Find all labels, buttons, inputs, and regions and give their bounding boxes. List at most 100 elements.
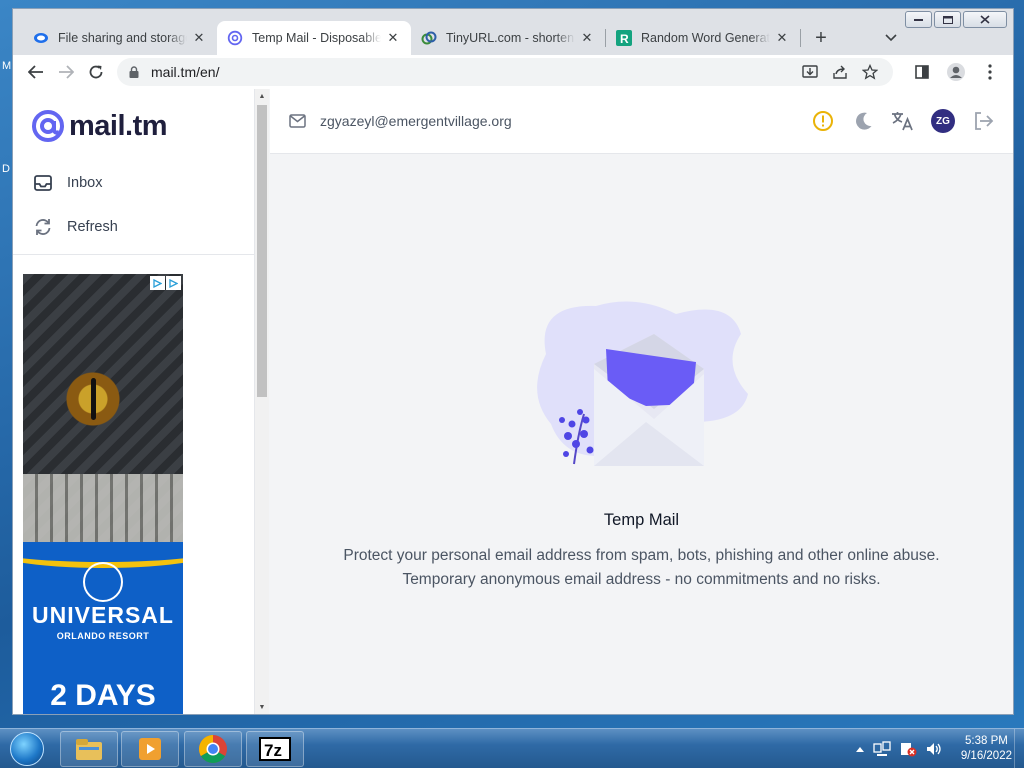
tab-close-icon[interactable]: ✕ <box>385 30 401 46</box>
warning-icon <box>813 111 833 131</box>
dark-mode-button[interactable] <box>851 109 875 133</box>
site-logo[interactable]: mail.tm <box>31 109 168 143</box>
scroll-down-icon[interactable]: ▼ <box>255 700 269 714</box>
reload-button[interactable] <box>81 57 111 87</box>
tab-close-icon[interactable]: ✕ <box>579 30 595 46</box>
logo-text: mail.tm <box>69 109 168 142</box>
language-button[interactable] <box>891 109 915 133</box>
browser-menu-button[interactable] <box>975 57 1005 87</box>
profile-icon <box>947 63 965 81</box>
clock-time: 5:38 PM <box>965 735 1008 747</box>
logout-icon <box>975 112 994 130</box>
action-center-icon[interactable] <box>899 741 917 757</box>
restore-icon <box>942 15 953 24</box>
sidebar-item-refresh[interactable]: Refresh <box>33 217 118 237</box>
close-window-button[interactable] <box>963 11 1007 28</box>
taskbar-chrome[interactable] <box>184 731 242 767</box>
clock-date: 9/16/2022 <box>960 750 1012 762</box>
tab-wetransfer[interactable]: File sharing and storage made simple ✕ <box>23 21 217 55</box>
close-icon <box>980 15 990 24</box>
account-avatar[interactable]: ZG <box>931 109 955 133</box>
ad-headline: 2 DAYS <box>50 679 156 712</box>
logout-button[interactable] <box>971 109 995 133</box>
tab-random-word[interactable]: R Random Word Generator ✕ <box>606 21 800 55</box>
media-player-icon <box>139 738 161 760</box>
globe-icon <box>83 562 123 602</box>
7zip-icon: 7z <box>259 737 291 761</box>
system-clock[interactable]: 5:38 PM 9/16/2022 <box>961 734 1012 764</box>
tab-title: File sharing and storage made simple <box>58 31 187 45</box>
tab-close-icon[interactable]: ✕ <box>191 30 207 46</box>
start-button[interactable] <box>4 730 50 768</box>
install-icon <box>802 65 818 78</box>
wetransfer-icon <box>33 30 49 46</box>
address-bar[interactable]: mail.tm/en/ <box>117 58 893 86</box>
bookmark-button[interactable] <box>857 57 883 87</box>
taskbar-file-explorer[interactable] <box>60 731 118 767</box>
reload-icon <box>89 65 103 79</box>
file-explorer-icon <box>76 739 102 760</box>
sidebar-item-label: Refresh <box>67 219 118 235</box>
star-icon <box>862 64 878 80</box>
desktop-icon-label[interactable]: M <box>2 60 11 72</box>
tab-strip: File sharing and storage made simple ✕ T… <box>23 19 893 55</box>
inbox-icon <box>33 173 53 193</box>
7zip-label: 7z <box>264 741 282 760</box>
ad-choices-icon[interactable] <box>150 276 165 290</box>
tab-tinyurl[interactable]: TinyURL.com - shorten that long URL ✕ <box>411 21 605 55</box>
url-text[interactable]: mail.tm/en/ <box>151 64 797 80</box>
volume-icon[interactable] <box>925 741 943 757</box>
mail-tm-icon <box>227 30 243 46</box>
svg-text:R: R <box>620 32 629 46</box>
tab-search-button[interactable] <box>881 28 901 48</box>
random-word-icon: R <box>616 30 632 46</box>
taskbar-media-player[interactable] <box>121 731 179 767</box>
scroll-up-icon[interactable]: ▲ <box>255 89 269 103</box>
network-icon[interactable] <box>873 741 891 757</box>
sidebar-item-label: Inbox <box>67 175 103 191</box>
tab-title: Random Word Generator <box>641 31 770 45</box>
ad-eye-detail <box>91 378 96 420</box>
show-desktop-button[interactable] <box>1014 729 1024 768</box>
taskbar-7zip[interactable]: 7z <box>246 731 304 767</box>
side-panel-button[interactable] <box>907 57 937 87</box>
main-content: zgyazeyl@emergentvillage.org ZG Temp Mai… <box>270 89 1013 714</box>
warning-button[interactable] <box>811 109 835 133</box>
lock-icon[interactable] <box>127 65 141 79</box>
ad-choices[interactable] <box>150 276 181 290</box>
tray-expand-icon[interactable] <box>855 745 865 753</box>
empty-state-line: Temporary anonymous email address - no c… <box>402 571 881 588</box>
ad-brand-text: UNIVERSAL <box>32 602 174 628</box>
minimize-button[interactable] <box>905 11 932 28</box>
profile-button[interactable] <box>941 57 971 87</box>
side-panel-icon <box>915 65 929 79</box>
kebab-menu-icon <box>988 64 992 80</box>
chrome-icon <box>199 735 227 763</box>
desktop-icon-label[interactable]: D <box>2 163 10 175</box>
arrow-right-icon <box>59 65 74 79</box>
sidebar-item-inbox[interactable]: Inbox <box>33 173 102 193</box>
scrollbar-thumb[interactable] <box>257 105 267 397</box>
tab-title: Temp Mail - Disposable Temporary Email <box>252 31 381 45</box>
at-sign-icon <box>32 110 64 142</box>
tab-close-icon[interactable]: ✕ <box>774 30 790 46</box>
tab-temp-mail[interactable]: Temp Mail - Disposable Temporary Email ✕ <box>217 21 411 55</box>
forward-button[interactable] <box>51 57 81 87</box>
share-button[interactable] <box>827 57 853 87</box>
temp-email-address[interactable]: zgyazeyl@emergentvillage.org <box>320 113 811 129</box>
page-viewport: mail.tm Inbox Refresh UNIVERSAL ORLANDO … <box>13 89 1013 714</box>
install-app-button[interactable] <box>797 57 823 87</box>
browser-window: File sharing and storage made simple ✕ T… <box>12 8 1014 715</box>
plus-icon: + <box>815 26 827 49</box>
maximize-button[interactable] <box>934 11 961 28</box>
ad-info-icon[interactable] <box>166 276 181 290</box>
advertisement-banner[interactable]: UNIVERSAL ORLANDO RESORT 2 DAYS <box>23 274 183 714</box>
mail-header: zgyazeyl@emergentvillage.org ZG <box>270 89 1013 154</box>
back-button[interactable] <box>21 57 51 87</box>
empty-state-line: Protect your personal email address from… <box>343 547 940 564</box>
new-tab-button[interactable]: + <box>807 24 835 52</box>
sidebar-scrollbar[interactable]: ▲ ▼ <box>255 89 269 714</box>
arrow-left-icon <box>28 65 43 79</box>
empty-state-description: Protect your personal email address from… <box>270 544 1013 592</box>
windows-taskbar: 7z 5:38 PM 9/16/2022 <box>0 728 1024 768</box>
